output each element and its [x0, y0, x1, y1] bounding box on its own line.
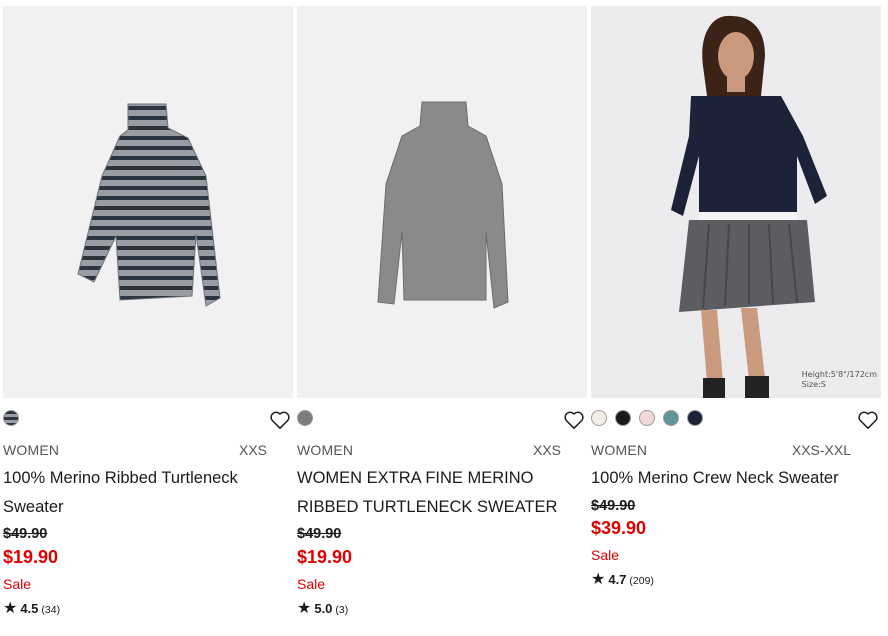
heart-outline-icon[interactable]: [563, 410, 585, 430]
color-swatch-navy[interactable]: [687, 410, 703, 426]
size-range: XXS: [532, 442, 561, 458]
star-icon: ★: [3, 600, 18, 617]
color-swatch[interactable]: [3, 410, 19, 426]
star-icon: ★: [591, 571, 606, 588]
sale-badge: Sale: [3, 576, 32, 592]
size-range: XXS-XXL: [791, 442, 851, 458]
product-title[interactable]: 100% Merino Ribbed Turtleneck Sweater: [3, 464, 273, 522]
product-card[interactable]: Height:5'8"/172cm Size:S WOMEN XXS-XXL 1…: [591, 0, 881, 636]
model-photo-illustration: [671, 15, 827, 398]
product-image[interactable]: [297, 6, 587, 398]
product-grid: WOMEN XXS 100% Merino Ribbed Turtleneck …: [0, 0, 888, 636]
gender-label: WOMEN: [297, 442, 354, 458]
size-range: XXS: [238, 442, 267, 458]
original-price: $49.90: [297, 526, 342, 542]
color-swatch-teal[interactable]: [663, 410, 679, 426]
sale-price: $39.90: [591, 518, 647, 538]
heart-outline-icon[interactable]: [269, 410, 291, 430]
color-swatch-offwhite[interactable]: [591, 410, 607, 426]
review-count: (34): [41, 604, 61, 616]
sale-price: $19.90: [3, 547, 59, 567]
color-swatch-black[interactable]: [615, 410, 631, 426]
gender-label: WOMEN: [591, 442, 648, 458]
rating: ★ 4.5 (34): [3, 598, 60, 618]
product-title[interactable]: 100% Merino Crew Neck Sweater: [591, 464, 861, 493]
product-card[interactable]: WOMEN XXS WOMEN EXTRA FINE MERINO RIBBED…: [297, 0, 587, 636]
striped-turtleneck-illustration: [77, 103, 221, 307]
sale-price: $19.90: [297, 547, 353, 567]
model-height: Height:5'8"/172cm: [801, 370, 877, 379]
model-info-caption: Height:5'8"/172cm Size:S: [802, 370, 877, 390]
rating: ★ 4.7 (209): [591, 569, 654, 589]
rating-value: 5.0: [314, 601, 333, 616]
sale-badge: Sale: [297, 576, 326, 592]
model-size: Size:S: [801, 380, 826, 389]
rating-value: 4.7: [608, 572, 627, 587]
star-icon: ★: [297, 600, 312, 617]
rating: ★ 5.0 (3): [297, 598, 348, 618]
color-swatch[interactable]: [297, 410, 313, 426]
review-count: (3): [335, 604, 349, 616]
original-price: $49.90: [3, 526, 48, 542]
product-title[interactable]: WOMEN EXTRA FINE MERINO RIBBED TURTLENEC…: [297, 464, 567, 522]
product-card[interactable]: WOMEN XXS 100% Merino Ribbed Turtleneck …: [3, 0, 293, 636]
heart-outline-icon[interactable]: [857, 410, 879, 430]
product-image[interactable]: [3, 6, 293, 398]
color-swatches: [3, 410, 19, 430]
sale-badge: Sale: [591, 547, 620, 563]
color-swatches: [297, 410, 313, 430]
rating-value: 4.5: [20, 601, 39, 616]
product-image[interactable]: Height:5'8"/172cm Size:S: [591, 6, 881, 398]
gender-label: WOMEN: [3, 442, 60, 458]
color-swatch-pink[interactable]: [639, 410, 655, 426]
gray-turtleneck-illustration: [377, 101, 509, 309]
color-swatches: [591, 410, 703, 430]
original-price: $49.90: [591, 498, 636, 514]
review-count: (209): [629, 575, 654, 587]
